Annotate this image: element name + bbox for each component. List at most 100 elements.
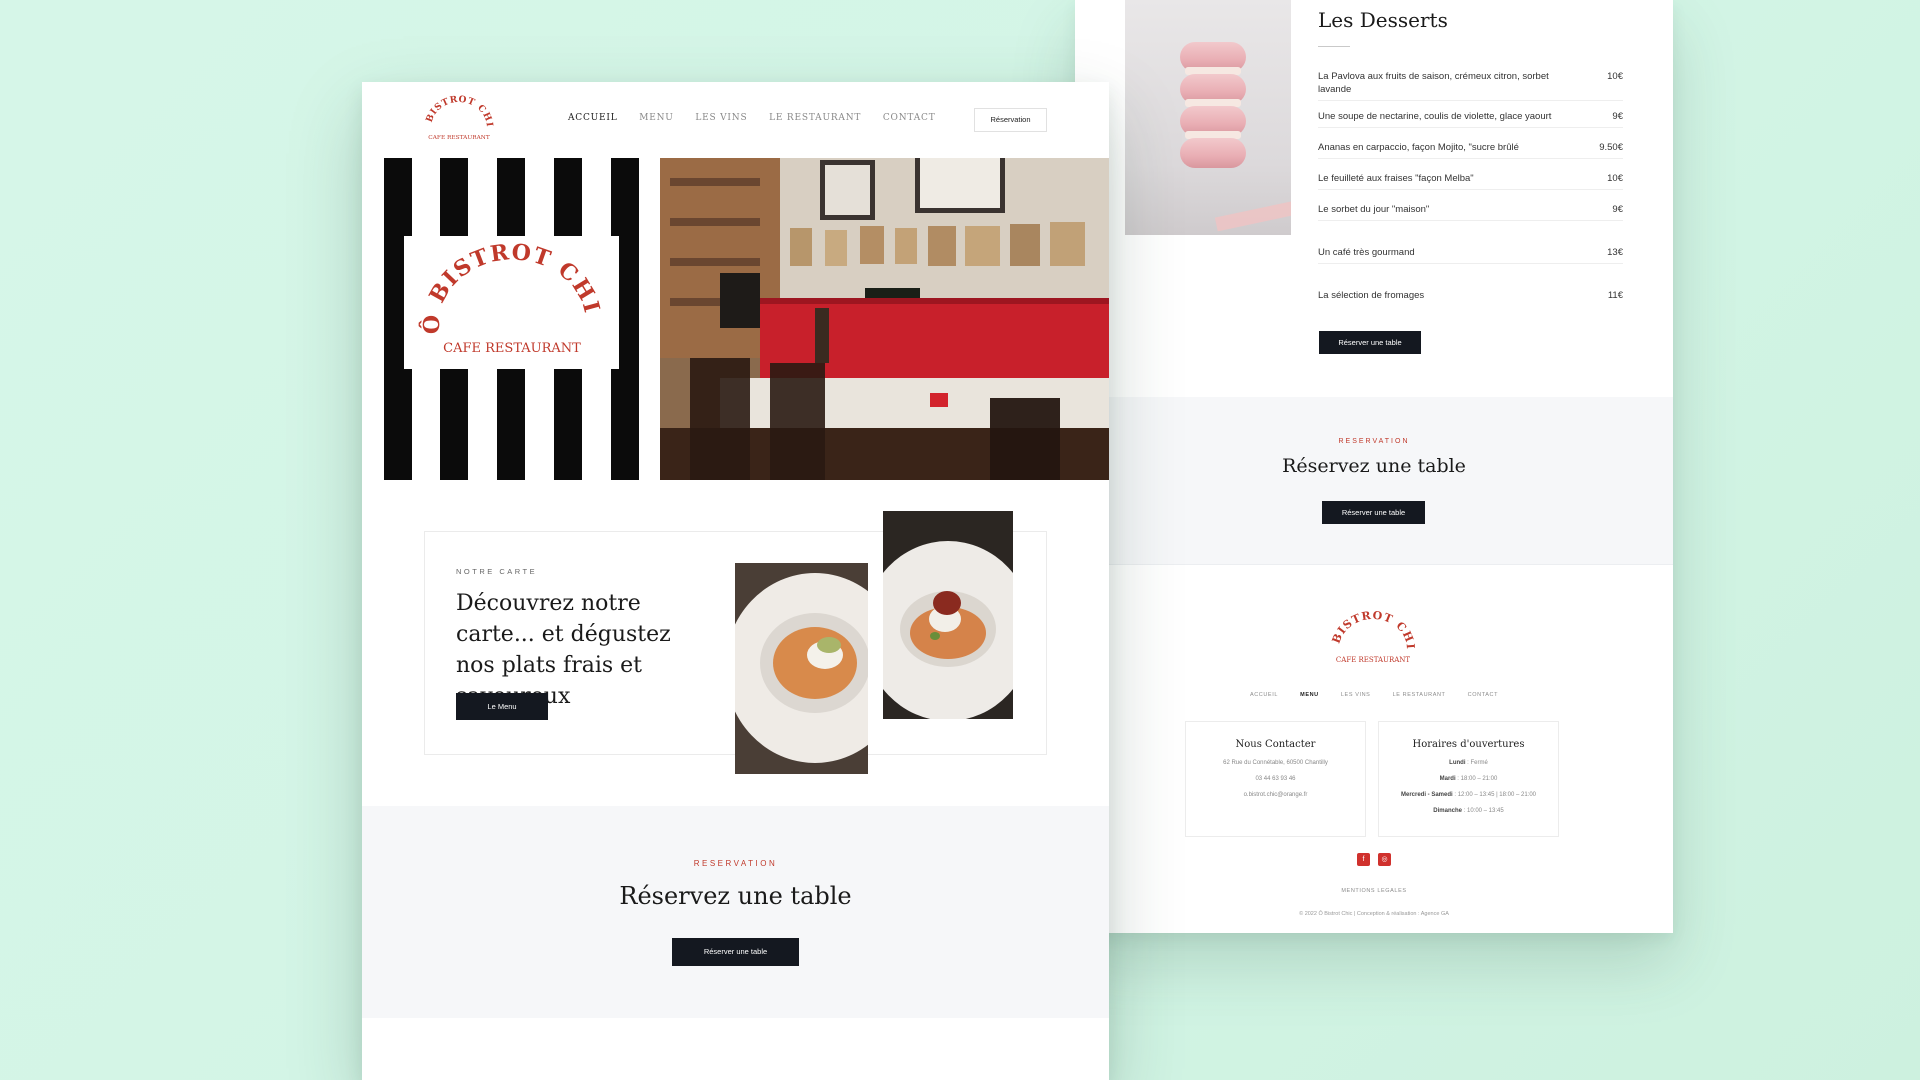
main-nav: ACCUEIL MENU LES VINS LE RESTAURANT CONT… [568, 113, 954, 123]
nav-accueil[interactable]: ACCUEIL [568, 113, 618, 123]
dessert-row: Une soupe de nectarine, coulis de violet… [1318, 110, 1623, 128]
dessert-name: Le sorbet du jour "maison" [1318, 204, 1430, 215]
home-page-mockup: Ô BISTROT CHIC CAFE RESTAURANT ACCUEIL M… [362, 82, 1109, 1080]
footer-nav-contact[interactable]: CONTACT [1468, 692, 1498, 698]
hours-row: Mardi : 18:00 – 21:00 [1439, 776, 1498, 782]
macarons-photo [1125, 0, 1291, 235]
hours-card: Horaires d'ouvertures Lundi : Fermé Mard… [1378, 721, 1559, 837]
contact-address: 62 Rue du Connétable, 60500 Chantilly [1223, 760, 1328, 766]
site-header: Ô BISTROT CHIC CAFE RESTAURANT ACCUEIL M… [362, 82, 1109, 158]
reservation-button[interactable]: Réservation [974, 108, 1047, 132]
dessert-row: La Pavlova aux fruits de saison, crémeux… [1318, 70, 1623, 101]
reservation-kicker: RESERVATION [693, 859, 778, 868]
dessert-row: Ananas en carpaccio, façon Mojito, "sucr… [1318, 141, 1623, 159]
footer-nav-accueil[interactable]: ACCUEIL [1250, 692, 1278, 698]
hours-day: Lundi [1449, 760, 1466, 766]
dessert-name: La Pavlova aux fruits de saison, crémeux… [1318, 71, 1549, 95]
desserts-page-mockup: Les Desserts La Pavlova aux fruits de sa… [1075, 0, 1673, 933]
reservation-title: Réservez une table [619, 882, 852, 910]
footer-nav-restaurant[interactable]: LE RESTAURANT [1393, 692, 1446, 698]
hours-day: Mardi [1439, 776, 1456, 782]
logo-brand-name: Ô BISTROT CHIC [404, 236, 605, 334]
brand-logo[interactable]: Ô BISTROT CHIC CAFE RESTAURANT [1327, 611, 1419, 667]
copyright: © 2022 Ô Bistrot Chic | Conception & réa… [1299, 911, 1449, 917]
stripe [497, 158, 525, 236]
hours-row: Dimanche : 10:00 – 13:45 [1433, 808, 1504, 814]
reservation-title: Réservez une table [1282, 455, 1466, 477]
reserve-table-button[interactable]: Réserver une table [1322, 501, 1425, 524]
dessert-price: 9€ [1612, 204, 1623, 215]
footer-nav-vins[interactable]: LES VINS [1341, 692, 1371, 698]
logo-subtitle: CAFE RESTAURANT [1336, 656, 1410, 664]
desserts-title: Les Desserts [1318, 8, 1448, 32]
stripe [554, 158, 582, 236]
dessert-name: La sélection de fromages [1318, 290, 1425, 301]
dessert-price: 11€ [1607, 290, 1623, 301]
ribbon [1214, 192, 1291, 232]
hours-time: 10:00 – 13:45 [1467, 808, 1504, 814]
dish-photo [883, 511, 1013, 719]
hours-day: Mercredi - Samedi [1401, 792, 1453, 798]
nav-contact[interactable]: CONTACT [883, 113, 936, 123]
reservation-section: RESERVATION Réservez une table Réserver … [1075, 397, 1673, 565]
hero-logo-panel: Ô BISTROT CHIC CAFE RESTAURANT [384, 158, 639, 480]
facebook-icon[interactable]: f [1357, 853, 1370, 866]
footer: Ô BISTROT CHIC CAFE RESTAURANT ACCUEIL M… [1075, 565, 1673, 933]
logo-brand-name: Ô BISTROT CHIC [1327, 611, 1417, 650]
dessert-name: Le feuilleté aux fraises "façon Melba" [1318, 173, 1474, 184]
restaurant-interior-photo [660, 158, 1109, 480]
dessert-name: Ananas en carpaccio, façon Mojito, "sucr… [1318, 142, 1519, 153]
dessert-price: 10€ [1607, 71, 1623, 82]
hours-row: Lundi : Fermé [1449, 760, 1488, 766]
dessert-name: Un café très gourmand [1318, 247, 1415, 258]
logo-subtitle: CAFE RESTAURANT [428, 135, 490, 141]
logo-subtitle: CAFE RESTAURANT [443, 341, 581, 356]
dessert-name: Une soupe de nectarine, coulis de violet… [1318, 111, 1552, 122]
logo-brand-name: Ô BISTROT CHIC [422, 94, 494, 128]
restaurant-interior-illustration [660, 158, 1109, 480]
contact-card: Nous Contacter 62 Rue du Connétable, 605… [1185, 721, 1366, 837]
footer-nav: ACCUEIL MENU LES VINS LE RESTAURANT CONT… [1075, 692, 1673, 698]
hero-brand-logo: Ô BISTROT CHIC CAFE RESTAURANT [404, 236, 619, 369]
nav-menu[interactable]: MENU [639, 113, 673, 123]
reservation-section: RESERVATION Réservez une table Réserver … [362, 806, 1109, 1018]
footer-nav-menu[interactable]: MENU [1300, 692, 1319, 698]
carte-kicker: NOTRE CARTE [456, 567, 538, 576]
stripe [440, 366, 468, 480]
reservation-kicker: RESERVATION [1338, 438, 1410, 445]
hours-title: Horaires d'ouvertures [1412, 739, 1525, 750]
dessert-price: 13€ [1607, 247, 1623, 258]
instagram-icon[interactable]: ◎ [1378, 853, 1391, 866]
dessert-price: 9€ [1612, 111, 1623, 122]
hours-row: Mercredi - Samedi : 12:00 – 13:45 | 18:0… [1401, 792, 1536, 798]
stripe [554, 366, 582, 480]
desserts-section: Les Desserts La Pavlova aux fruits de sa… [1075, 0, 1673, 397]
dish-photo [735, 563, 868, 774]
nav-vins[interactable]: LES VINS [695, 113, 747, 123]
nav-restaurant[interactable]: LE RESTAURANT [769, 113, 861, 123]
contact-email[interactable]: o.bistrot.chic@orange.fr [1186, 792, 1365, 798]
stripe [440, 158, 468, 236]
macaron [1180, 138, 1246, 168]
hours-time: Fermé [1470, 760, 1488, 766]
reserve-table-button[interactable]: Réserver une table [1319, 331, 1421, 354]
hours-time: 18:00 – 21:00 [1460, 776, 1498, 782]
dish-illustration [883, 511, 1013, 719]
dessert-row: La sélection de fromages 11€ [1318, 289, 1623, 306]
brand-logo[interactable]: Ô BISTROT CHIC CAFE RESTAURANT [422, 94, 496, 144]
hours-time: 12:00 – 13:45 | 18:00 – 21:00 [1457, 792, 1536, 798]
divider [1318, 46, 1350, 47]
dessert-price: 10€ [1607, 173, 1623, 184]
reserve-table-button[interactable]: Réserver une table [672, 938, 799, 966]
legal-link[interactable]: MENTIONS LEGALES [1075, 888, 1673, 894]
hours-day: Dimanche [1433, 808, 1462, 814]
stripe [497, 366, 525, 480]
dessert-row: Le feuilleté aux fraises "façon Melba" 1… [1318, 172, 1623, 190]
dessert-row: Le sorbet du jour "maison" 9€ [1318, 203, 1623, 221]
contact-title: Nous Contacter [1235, 739, 1316, 750]
dessert-price: 9.50€ [1599, 142, 1623, 153]
dessert-row: Un café très gourmand 13€ [1318, 246, 1623, 264]
menu-button[interactable]: Le Menu [456, 693, 548, 720]
contact-phone[interactable]: 03 44 63 93 46 [1186, 776, 1365, 782]
dish-illustration [735, 563, 868, 774]
